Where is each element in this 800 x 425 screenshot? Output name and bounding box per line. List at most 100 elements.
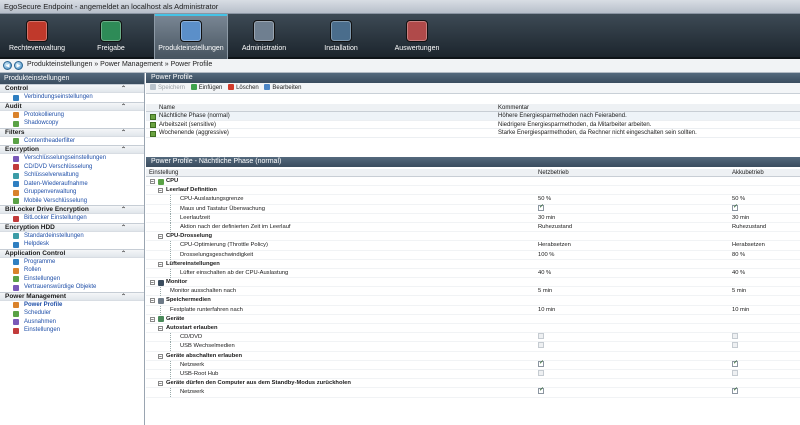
toolbar-rights-management-button[interactable]: Rechteverwaltung xyxy=(0,14,74,59)
collapse-toggle-icon[interactable]: − xyxy=(158,188,163,194)
setting-value-ac[interactable]: 5 min xyxy=(538,287,552,296)
setting-category-row[interactable]: − Monitor xyxy=(146,278,800,288)
column-ac[interactable]: Netzbetrieb xyxy=(538,169,569,177)
sidebar-item[interactable]: Daten-Wiederaufnahme xyxy=(0,180,144,189)
sidebar-item[interactable]: Gruppenverwaltung xyxy=(0,188,144,197)
sidebar-item[interactable]: Programme xyxy=(0,258,144,267)
sidebar-item[interactable]: Einstellungen xyxy=(0,275,144,284)
collapse-icon[interactable]: ⌃ xyxy=(121,103,126,111)
collapse-toggle-icon[interactable]: − xyxy=(158,381,163,387)
collapse-icon[interactable]: ⌃ xyxy=(121,293,126,301)
sidebar-group-header[interactable]: Audit ⌃ xyxy=(0,101,144,111)
sidebar-group-header[interactable]: BitLocker Drive Encryption ⌃ xyxy=(0,205,144,214)
sidebar-group-header[interactable]: Encryption ⌃ xyxy=(0,145,144,154)
sidebar-item[interactable]: Power Profile xyxy=(0,301,144,310)
setting-value-dc[interactable]: 5 min xyxy=(732,287,746,296)
sidebar-item[interactable]: Rollen xyxy=(0,266,144,275)
setting-category-row[interactable]: − Speichermedien xyxy=(146,296,800,306)
sidebar-item[interactable]: Mobile Verschlüsselung xyxy=(0,197,144,206)
setting-value-dc[interactable]: Herabsetzen xyxy=(732,241,765,250)
sidebar-group-header[interactable]: Application Control ⌃ xyxy=(0,248,144,258)
setting-row[interactable]: Lüfter einschalten ab der CPU-Auslastung… xyxy=(146,268,800,279)
toolbar-reports-button[interactable]: Auswertungen xyxy=(380,14,454,59)
setting-category-row[interactable]: − CPU-Drosselung xyxy=(146,232,800,242)
setting-value-ac[interactable]: 30 min xyxy=(538,214,555,223)
collapse-icon[interactable]: ⌃ xyxy=(121,129,126,137)
sidebar-group-header[interactable]: Encryption HDD ⌃ xyxy=(0,222,144,232)
sidebar-item[interactable]: Contentheaderfilter xyxy=(0,137,144,146)
setting-checkbox-dc[interactable] xyxy=(732,203,738,212)
setting-row[interactable]: Aktion nach der definierten Zeit im Leer… xyxy=(146,222,800,233)
sidebar-item[interactable]: Shadowcopy xyxy=(0,119,144,128)
sidebar-item[interactable]: Verbindungseinstellungen xyxy=(0,93,144,102)
add-button[interactable]: Einfügen xyxy=(190,83,222,94)
sidebar-group-header[interactable]: Filters ⌃ xyxy=(0,127,144,137)
edit-button[interactable]: Bearbeiten xyxy=(264,83,301,94)
sidebar-item[interactable]: Scheduler xyxy=(0,309,144,318)
sidebar-item[interactable]: BitLocker Einstellungen xyxy=(0,214,144,223)
setting-row[interactable]: Drosselungsgeschwindigkeit 100 % 80 % xyxy=(146,250,800,260)
sidebar-item[interactable]: CD/DVD Verschlüsselung xyxy=(0,163,144,172)
column-dc[interactable]: Akkubetrieb xyxy=(732,169,764,177)
collapse-toggle-icon[interactable]: − xyxy=(158,234,163,240)
profile-row[interactable]: Nächtliche Phase (normal) Höhere Energies… xyxy=(146,112,800,121)
setting-value-dc[interactable]: 30 min xyxy=(732,214,749,223)
setting-checkbox-dc[interactable] xyxy=(732,359,738,368)
setting-checkbox-ac[interactable] xyxy=(538,359,544,368)
setting-row[interactable]: USB Wechselmedien xyxy=(146,342,800,352)
collapse-icon[interactable]: ⌃ xyxy=(121,146,126,154)
setting-row[interactable]: CD/DVD xyxy=(146,333,800,343)
setting-value-dc[interactable]: 80 % xyxy=(732,251,745,260)
setting-checkbox-ac[interactable] xyxy=(538,203,544,212)
setting-checkbox-dc[interactable] xyxy=(732,386,738,396)
setting-row[interactable]: USB-Root Hub xyxy=(146,369,800,380)
sidebar-item[interactable]: Ausnahmen xyxy=(0,318,144,327)
sidebar-item[interactable]: Verschlüsselungseinstellungen xyxy=(0,154,144,163)
setting-category-row[interactable]: − Geräte dürfen den Computer aus dem Stan… xyxy=(146,379,800,389)
sidebar-item[interactable]: Einstellungen xyxy=(0,326,144,335)
sidebar-item[interactable]: Vertrauenswürdige Objekte xyxy=(0,283,144,292)
setting-value-ac[interactable]: 100 % xyxy=(538,251,554,260)
column-name[interactable]: Name xyxy=(159,104,175,112)
delete-button[interactable]: Löschen xyxy=(228,83,259,94)
save-button[interactable]: Speichern xyxy=(150,83,185,94)
setting-value-dc[interactable]: Ruhezustand xyxy=(732,223,766,232)
sidebar-item[interactable]: Helpdesk xyxy=(0,240,144,249)
profile-row[interactable]: Arbeitszeit (sensitive) Niedrigere Energi… xyxy=(146,121,800,129)
setting-value-dc[interactable]: 40 % xyxy=(732,269,745,278)
setting-category-row[interactable]: − Leerlauf Definition xyxy=(146,186,800,196)
sidebar-group-header[interactable]: Control ⌃ xyxy=(0,84,144,93)
collapse-toggle-icon[interactable]: − xyxy=(158,261,163,267)
setting-value-ac[interactable]: Herabsetzen xyxy=(538,241,571,250)
toolbar-product-settings-button[interactable]: Produkteinstellungen xyxy=(154,14,228,59)
setting-value-dc[interactable]: 10 min xyxy=(732,306,749,315)
setting-category-row[interactable]: − Lüftereinstellungen xyxy=(146,260,800,269)
sidebar-item[interactable]: Protokollierung xyxy=(0,111,144,120)
setting-category-row[interactable]: − Autostart erlauben xyxy=(146,324,800,334)
toolbar-installation-button[interactable]: Installation xyxy=(304,14,378,59)
column-setting[interactable]: Einstellung xyxy=(149,169,178,177)
setting-row[interactable]: CPU-Auslastungsgrenze 50 % 50 % xyxy=(146,195,800,205)
collapse-icon[interactable]: ⌃ xyxy=(121,206,126,214)
setting-row[interactable]: Leerlaufzeit 30 min 30 min xyxy=(146,213,800,223)
collapse-toggle-icon[interactable]: − xyxy=(150,316,155,322)
collapse-icon[interactable]: ⌃ xyxy=(121,250,126,258)
setting-checkbox-ac[interactable] xyxy=(538,386,544,396)
setting-row[interactable]: Festplatte runterfahren nach 10 min 10 min xyxy=(146,305,800,315)
profile-row[interactable]: Wochenende (aggressive) Starke Energiespa… xyxy=(146,129,800,138)
setting-value-ac[interactable]: Ruhezustand xyxy=(538,223,572,232)
setting-category-row[interactable]: − Geräte abschalten erlauben xyxy=(146,352,800,361)
column-comment[interactable]: Kommentar xyxy=(498,104,529,112)
toolbar-administration-button[interactable]: Administration xyxy=(227,14,301,59)
collapse-toggle-icon[interactable]: − xyxy=(150,280,155,286)
collapse-toggle-icon[interactable]: − xyxy=(150,179,155,185)
setting-category-row[interactable]: − CPU xyxy=(146,177,800,187)
toolbar-release-button[interactable]: Freigabe xyxy=(74,14,148,59)
setting-category-row[interactable]: − Geräte xyxy=(146,315,800,324)
collapse-toggle-icon[interactable]: − xyxy=(150,298,155,304)
collapse-icon[interactable]: ⌃ xyxy=(121,85,126,93)
collapse-toggle-icon[interactable]: − xyxy=(158,326,163,332)
forward-button[interactable]: ▶ xyxy=(14,61,23,70)
sidebar-group-header[interactable]: Power Management ⌃ xyxy=(0,291,144,301)
collapse-icon[interactable]: ⌃ xyxy=(121,224,126,232)
